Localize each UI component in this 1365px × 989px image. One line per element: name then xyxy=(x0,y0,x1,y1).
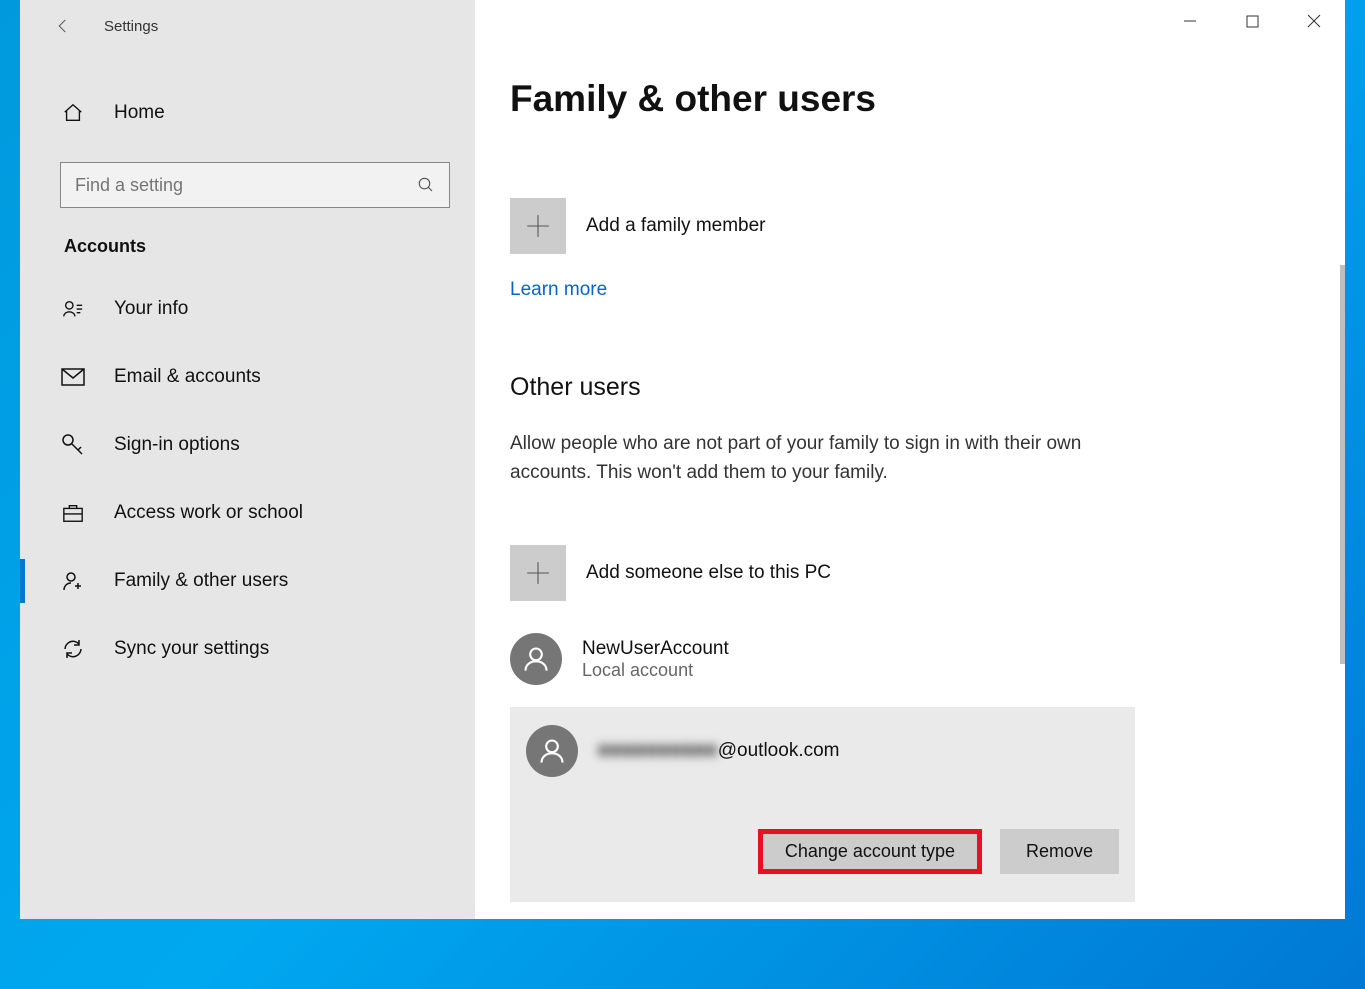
sidebar-item-label: Sign-in options xyxy=(114,434,240,456)
plus-icon xyxy=(510,198,566,254)
close-icon xyxy=(1307,14,1321,28)
user-entry-ms[interactable]: ■■■■■■■■■■@outlook.com xyxy=(526,719,1119,783)
add-family-label: Add a family member xyxy=(586,215,766,237)
avatar-icon xyxy=(526,725,578,777)
user-entry-expanded: ■■■■■■■■■■@outlook.com Change account ty… xyxy=(510,707,1135,902)
sidebar-item-family[interactable]: Family & other users xyxy=(20,547,475,615)
person-card-icon xyxy=(60,296,86,322)
home-nav[interactable]: Home xyxy=(20,82,475,144)
sidebar: Settings Home Accounts Your info E xyxy=(20,0,475,919)
sidebar-category: Accounts xyxy=(20,208,475,275)
add-other-user[interactable]: Add someone else to this PC xyxy=(510,545,1315,601)
window-controls xyxy=(1159,0,1345,42)
minimize-icon xyxy=(1183,14,1197,28)
user-email: ■■■■■■■■■■@outlook.com xyxy=(598,740,840,762)
minimize-button[interactable] xyxy=(1159,0,1221,42)
other-users-description: Allow people who are not part of your fa… xyxy=(510,430,1130,487)
user-name: NewUserAccount xyxy=(582,638,729,660)
search-input[interactable] xyxy=(75,175,417,196)
maximize-button[interactable] xyxy=(1221,0,1283,42)
sidebar-item-work[interactable]: Access work or school xyxy=(20,479,475,547)
close-button[interactable] xyxy=(1283,0,1345,42)
vertical-scrollbar[interactable] xyxy=(1340,265,1345,664)
sidebar-item-label: Family & other users xyxy=(114,570,288,592)
main-content: Family & other users Add a family member… xyxy=(475,0,1345,919)
add-other-label: Add someone else to this PC xyxy=(586,562,831,584)
user-info: ■■■■■■■■■■@outlook.com xyxy=(598,740,840,762)
settings-window: Settings Home Accounts Your info E xyxy=(20,0,1345,919)
avatar-icon xyxy=(510,633,562,685)
learn-more-link[interactable]: Learn more xyxy=(510,279,607,301)
change-account-type-button[interactable]: Change account type xyxy=(758,829,982,874)
sidebar-item-email[interactable]: Email & accounts xyxy=(20,343,475,411)
sidebar-item-label: Access work or school xyxy=(114,502,303,524)
sidebar-item-label: Your info xyxy=(114,298,188,320)
titlebar: Settings xyxy=(20,0,475,52)
page-title: Family & other users xyxy=(510,78,1315,120)
plus-icon xyxy=(510,545,566,601)
sidebar-item-label: Sync your settings xyxy=(114,638,269,660)
sidebar-item-your-info[interactable]: Your info xyxy=(20,275,475,343)
sidebar-item-sync[interactable]: Sync your settings xyxy=(20,615,475,683)
user-entry-local[interactable]: NewUserAccount Local account xyxy=(510,627,1315,691)
remove-user-button[interactable]: Remove xyxy=(1000,829,1119,874)
search-icon xyxy=(417,176,435,194)
envelope-icon xyxy=(60,364,86,390)
user-actions: Change account type Remove xyxy=(526,829,1119,874)
user-type: Local account xyxy=(582,660,729,681)
home-icon xyxy=(60,100,86,126)
maximize-icon xyxy=(1246,15,1259,28)
key-icon xyxy=(60,432,86,458)
person-plus-icon xyxy=(60,568,86,594)
briefcase-icon xyxy=(60,500,86,526)
user-info: NewUserAccount Local account xyxy=(582,638,729,681)
back-button[interactable] xyxy=(40,3,86,49)
sidebar-item-label: Email & accounts xyxy=(114,366,261,388)
other-users-heading: Other users xyxy=(510,373,1315,402)
home-label: Home xyxy=(114,102,165,124)
email-domain: @outlook.com xyxy=(718,740,840,761)
window-title: Settings xyxy=(104,18,158,35)
email-redacted: ■■■■■■■■■■ xyxy=(598,740,718,761)
search-box[interactable] xyxy=(60,162,450,208)
arrow-left-icon xyxy=(54,17,72,35)
sidebar-item-signin[interactable]: Sign-in options xyxy=(20,411,475,479)
sync-icon xyxy=(60,636,86,662)
add-family-member[interactable]: Add a family member xyxy=(510,198,1315,254)
